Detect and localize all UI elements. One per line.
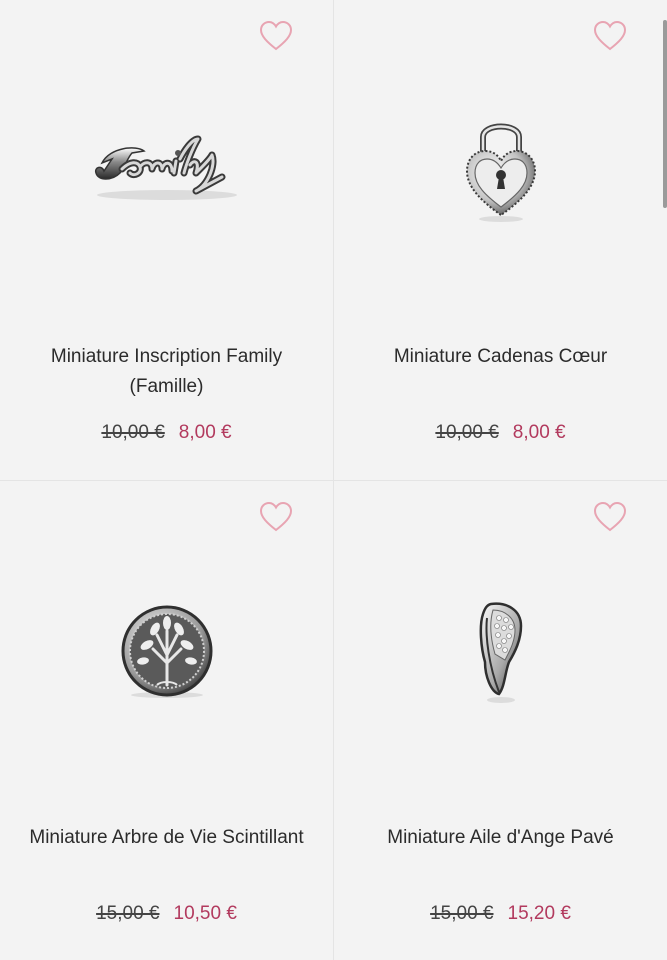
- scrollbar[interactable]: [663, 20, 667, 208]
- heart-outline-icon: [593, 20, 627, 51]
- product-title[interactable]: Miniature Aile d'Ange Pavé: [354, 823, 647, 853]
- product-card[interactable]: Miniature Inscription Family (Famille) 1…: [0, 0, 333, 480]
- wishlist-button[interactable]: [259, 20, 293, 52]
- tree-of-life-charm-image: [121, 605, 212, 698]
- sale-price: 10,50 €: [173, 903, 237, 924]
- heart-outline-icon: [259, 20, 293, 51]
- original-price: 15,00 €: [430, 903, 494, 924]
- product-image-family-charm[interactable]: [0, 60, 333, 280]
- price-row: 15,00 € 10,50 €: [0, 899, 333, 929]
- heart-outline-icon: [593, 501, 627, 532]
- product-image-heart-padlock[interactable]: [334, 60, 667, 280]
- heart-outline-icon: [259, 501, 293, 532]
- product-image-tree-of-life[interactable]: [0, 541, 333, 761]
- wishlist-button[interactable]: [259, 501, 293, 533]
- product-image-angel-wing[interactable]: [334, 541, 667, 761]
- heart-padlock-charm-image: [465, 123, 536, 222]
- product-card[interactable]: Miniature Cadenas Cœur 10,00 € 8,00 €: [334, 0, 667, 480]
- angel-wing-charm-image: [479, 602, 522, 703]
- wishlist-button[interactable]: [593, 501, 627, 533]
- sale-price: 15,20 €: [507, 903, 571, 924]
- price-row: 15,00 € 15,20 €: [334, 899, 667, 929]
- wishlist-button[interactable]: [593, 20, 627, 52]
- product-card[interactable]: Miniature Arbre de Vie Scintillant 15,00…: [0, 481, 333, 960]
- product-title[interactable]: Miniature Arbre de Vie Scintillant: [20, 823, 313, 853]
- product-title[interactable]: Miniature Cadenas Cœur: [354, 342, 647, 372]
- original-price: 15,00 €: [96, 903, 160, 924]
- price-row: 10,00 € 8,00 €: [334, 418, 667, 448]
- price-row: 10,00 € 8,00 €: [0, 418, 333, 448]
- sale-price: 8,00 €: [512, 422, 566, 443]
- original-price: 10,00 €: [435, 422, 499, 443]
- family-script-charm-image: [94, 135, 237, 200]
- product-title[interactable]: Miniature Inscription Family (Famille): [20, 342, 313, 402]
- product-card[interactable]: Miniature Aile d'Ange Pavé 15,00 € 15,20 …: [334, 481, 667, 960]
- product-grid: Miniature Inscription Family (Famille) 1…: [0, 0, 667, 960]
- original-price: 10,00 €: [101, 422, 165, 443]
- sale-price: 8,00 €: [178, 422, 232, 443]
